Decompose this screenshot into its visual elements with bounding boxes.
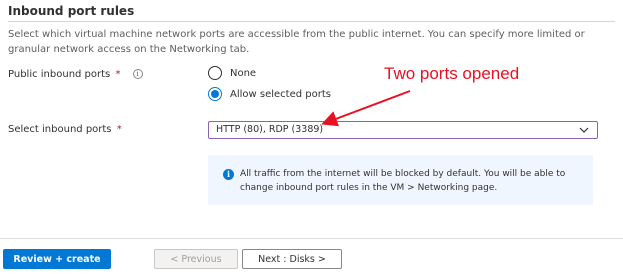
radio-none-label: None xyxy=(230,67,257,79)
select-inbound-ports-label-text: Select inbound ports xyxy=(8,124,112,135)
radio-allow-selected-ports-button[interactable] xyxy=(208,87,222,101)
previous-button[interactable]: < Previous xyxy=(154,249,238,269)
review-create-button[interactable]: Review + create xyxy=(3,249,111,269)
inbound-ports-dropdown[interactable]: HTTP (80), RDP (3389) xyxy=(208,121,598,139)
required-marker: * xyxy=(116,124,122,135)
info-icon[interactable]: i xyxy=(132,69,143,79)
public-inbound-ports-label-text: Public inbound ports xyxy=(8,69,111,80)
annotation-text: Two ports opened xyxy=(384,64,520,83)
section-description: Select which virtual machine network por… xyxy=(8,29,585,55)
radio-none[interactable]: None xyxy=(208,66,256,80)
section-divider xyxy=(8,21,615,22)
radio-allow-selected-ports-label: Allow selected ports xyxy=(230,88,331,100)
radio-none-button[interactable] xyxy=(208,66,222,80)
public-inbound-ports-label: Public inbound ports * i xyxy=(8,69,143,80)
info-message-box: i All traffic from the internet will be … xyxy=(208,155,593,205)
radio-allow-selected-ports[interactable]: Allow selected ports xyxy=(208,87,331,101)
chevron-down-icon xyxy=(579,127,589,133)
required-marker: * xyxy=(115,69,121,80)
info-icon: i xyxy=(223,169,234,180)
select-inbound-ports-label: Select inbound ports * xyxy=(8,124,122,135)
inbound-ports-dropdown-value: HTTP (80), RDP (3389) xyxy=(216,124,324,135)
section-title: Inbound port rules xyxy=(8,4,135,18)
footer-divider xyxy=(0,238,623,239)
next-disks-button[interactable]: Next : Disks > xyxy=(242,249,342,269)
info-message-text: All traffic from the internet will be bl… xyxy=(240,169,566,193)
